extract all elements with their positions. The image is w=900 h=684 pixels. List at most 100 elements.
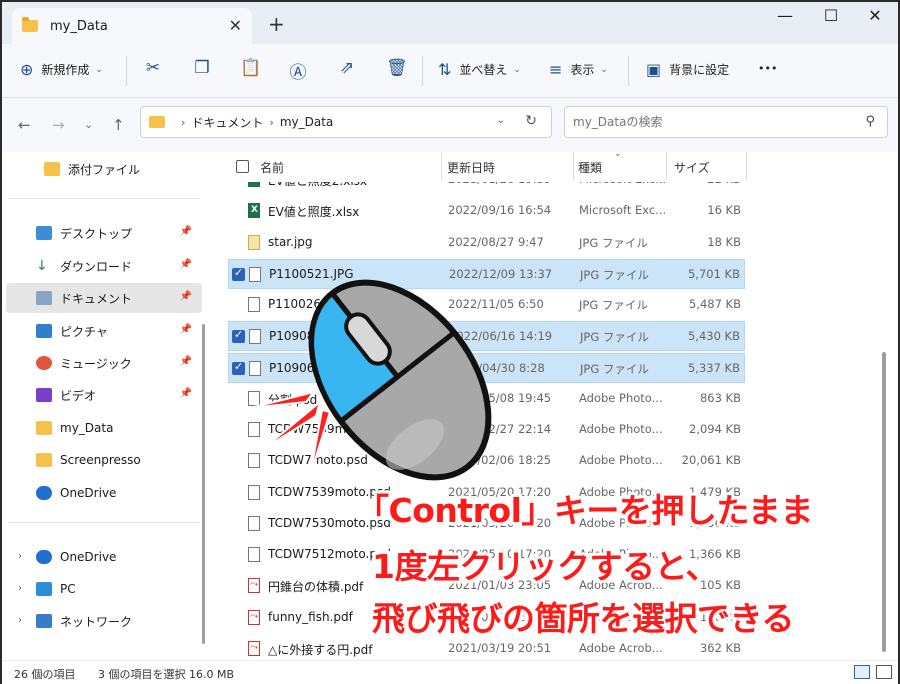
sort-icon: ⇅ [438, 60, 452, 79]
navigation-pane: 添付ファイル デスクトップ 📌 ↓ ダウンロード 📌 ドキュメント 📌 ピクチャ… [2, 152, 212, 660]
file-size: 16 KB [707, 203, 741, 218]
plus-circle-icon: ⊕ [20, 60, 34, 79]
column-divider[interactable] [573, 152, 574, 180]
folder-icon [149, 116, 165, 128]
file-size: 2,094 KB [688, 422, 741, 436]
view-button[interactable]: ≡ 表示 ⌄ [549, 60, 608, 79]
breadcrumb-documents[interactable]: ドキュメント [191, 114, 263, 131]
sidebar-item-documents[interactable]: ドキュメント 📌 [6, 283, 202, 313]
table-row[interactable]: P1100264.JPG 2022/11/05 6:50 JPG ファイル 5,487… [228, 290, 745, 320]
column-type[interactable]: 種類 [578, 159, 602, 176]
delete-icon[interactable]: 🗑 [386, 58, 408, 78]
expand-chevron-icon[interactable]: › [18, 615, 22, 626]
cut-icon[interactable]: ✂ [143, 58, 163, 78]
column-date[interactable]: 更新日時 [447, 159, 495, 176]
column-name[interactable]: 名前 [260, 159, 284, 176]
file-type: JPG ファイル [580, 267, 649, 282]
row-checkbox[interactable] [232, 266, 245, 281]
breadcrumb-my-data[interactable]: my_Data [280, 115, 333, 129]
set-background-button[interactable]: ▣ 背景に設定 [646, 60, 729, 79]
minimize-button[interactable]: — [762, 6, 808, 25]
sidebar-item-onedrive[interactable]: › OneDrive [6, 542, 202, 572]
recent-chevron-icon[interactable]: ⌄ [84, 118, 93, 131]
sidebar-item-desktop[interactable]: デスクトップ 📌 [6, 218, 202, 248]
file-type: Adobe Acrob... [579, 640, 663, 655]
sidebar-item-my-data[interactable]: my_Data [6, 413, 202, 443]
share-icon[interactable]: ⇗ [337, 58, 357, 78]
search-box[interactable]: ⚲ [564, 106, 888, 138]
details-view-icon[interactable] [854, 665, 870, 679]
row-checkbox[interactable] [232, 328, 245, 344]
search-icon[interactable]: ⚲ [865, 114, 875, 129]
file-type: JPG ファイル [579, 298, 648, 312]
table-row[interactable]: EV値と照度.xlsx 2022/09/16 16:54 Microsoft Exc… [228, 196, 745, 226]
pin-icon[interactable]: 📌 [180, 324, 192, 335]
background-label: 背景に設定 [669, 63, 730, 77]
sidebar-item-label: my_Data [60, 421, 114, 435]
breadcrumb-chevron-icon: › [269, 115, 274, 129]
table-row[interactable]: star.jpg 2022/08/27 9:47 JPG ファイル 18 KB [228, 228, 745, 258]
forward-arrow-icon[interactable]: → [52, 116, 65, 134]
sidebar-item-pc[interactable]: › PC [6, 574, 202, 604]
pin-icon[interactable]: 📌 [180, 356, 192, 367]
up-arrow-icon[interactable]: ↑ [112, 116, 125, 134]
video-icon [36, 388, 52, 402]
table-row[interactable]: P1090628.JPG 2022/04/30 8:28 JPG ファイル 5,337… [228, 352, 745, 383]
sidebar-item-downloads[interactable]: ↓ ダウンロード 📌 [6, 251, 202, 281]
new-tab-button[interactable]: + [268, 12, 285, 36]
sidebar-item-network[interactable]: › ネットワーク [6, 606, 202, 636]
address-dropdown-icon[interactable]: ⌄ [497, 115, 505, 126]
sidebar-item-videos[interactable]: ビデオ 📌 [6, 380, 202, 410]
table-row[interactable]: TCDW7539moto.psd 2022/02/27 22:14 Adobe Ph… [228, 415, 745, 445]
sidebar-item-pictures[interactable]: ピクチャ 📌 [6, 316, 202, 346]
sidebar-item-screenpresso[interactable]: Screenpresso [6, 445, 202, 475]
expand-chevron-icon[interactable]: › [18, 583, 22, 594]
table-row[interactable]: P1090853.JPG 2022/06/16 14:19 JPG ファイル 5,43… [228, 321, 745, 352]
column-divider[interactable] [666, 152, 667, 180]
table-row[interactable]: P1100521.JPG 2022/12/09 13:37 JPG ファイル 5,70… [228, 258, 745, 289]
sort-button[interactable]: ⇅ 並べ替え ⌄ [438, 60, 521, 79]
folder-icon [36, 421, 52, 435]
sidebar-item-label: Screenpresso [60, 453, 141, 467]
copy-icon[interactable]: ❐ [192, 58, 212, 78]
new-button[interactable]: ⊕ 新規作成 ⌄ [20, 60, 103, 79]
close-window-button[interactable]: ✕ [852, 6, 898, 25]
row-checkbox[interactable] [232, 360, 245, 375]
tab-my-data[interactable]: my_Data ✕ [12, 8, 252, 44]
rename-icon[interactable]: Ⓐ [288, 58, 308, 83]
table-row[interactable]: 分割.psd 2022/05/08 19:45 Adobe Photo... 863 … [228, 384, 745, 414]
expand-chevron-icon[interactable]: › [18, 551, 22, 562]
select-all-checkbox[interactable] [236, 160, 249, 173]
pin-icon[interactable]: 📌 [180, 388, 192, 399]
sidebar-item-music[interactable]: ミュージック 📌 [6, 348, 202, 378]
column-size[interactable]: サイズ [674, 159, 710, 176]
maximize-button[interactable]: ☐ [808, 6, 854, 25]
more-options-button[interactable]: ••• [758, 62, 777, 75]
file-type: Adobe Photo... [579, 453, 663, 468]
column-divider[interactable] [441, 152, 442, 180]
tiles-view-icon[interactable] [876, 665, 892, 679]
pin-icon[interactable]: 📌 [180, 291, 192, 302]
sidebar-scrollbar[interactable] [202, 324, 205, 644]
sidebar-item-label: OneDrive [60, 486, 117, 500]
file-type: JPG ファイル [580, 361, 649, 376]
pin-icon[interactable]: 📌 [180, 226, 192, 237]
chevron-down-icon: ⌄ [513, 64, 521, 75]
search-input[interactable] [573, 108, 853, 136]
pdf-file-icon [248, 609, 260, 625]
file-icon [248, 390, 260, 406]
file-name: P1090853.JPG [269, 329, 354, 344]
column-divider[interactable] [746, 152, 747, 180]
refresh-icon[interactable]: ↻ [525, 113, 537, 129]
paste-icon[interactable]: 📋 [240, 58, 261, 78]
file-size: 5,430 KB [687, 329, 740, 344]
address-bar[interactable]: › ドキュメント › my_Data ⌄ ↻ [140, 106, 552, 138]
file-list-scrollbar[interactable] [882, 352, 886, 652]
sidebar-item-attachments[interactable]: 添付ファイル [6, 154, 202, 184]
tab-close-icon[interactable]: ✕ [229, 16, 242, 35]
pin-icon[interactable]: 📌 [180, 259, 192, 270]
sidebar-item-onedrive-quick[interactable]: OneDrive [6, 478, 202, 508]
file-type: Microsoft Exc... [579, 203, 667, 218]
back-arrow-icon[interactable]: ← [18, 116, 31, 134]
table-row[interactable]: TCDW7moto.psd 2023/02/06 18:25 Adobe Photo… [228, 446, 745, 476]
